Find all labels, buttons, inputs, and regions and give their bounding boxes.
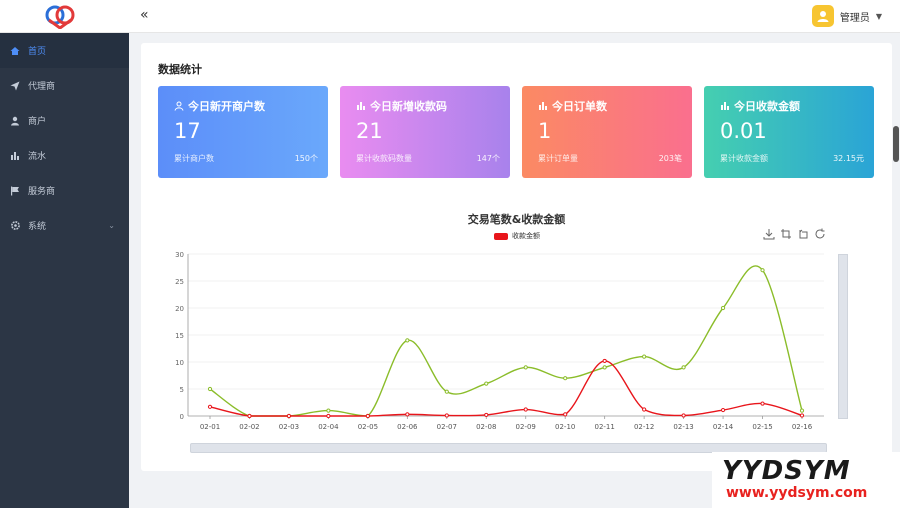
x-tick-label: 02-15 (752, 423, 772, 431)
zoom-reset-icon[interactable] (797, 228, 809, 240)
data-point (326, 413, 331, 419)
sidebar-item-flow[interactable]: 流水 (0, 138, 129, 173)
data-point (602, 358, 607, 364)
chart-toolbox (763, 228, 826, 240)
x-tick-label: 02-03 (279, 423, 299, 431)
chart-title: 交易笔数&收款金额 (467, 213, 566, 226)
x-tick-label: 02-06 (397, 423, 418, 431)
data-point (760, 401, 765, 406)
sidebar-item-label: 首页 (28, 47, 47, 57)
data-point (563, 412, 568, 417)
user-icon (9, 115, 21, 127)
username: 管理员 (839, 12, 870, 24)
download-icon[interactable] (763, 228, 775, 240)
x-tick-label: 02-01 (200, 423, 220, 431)
sidebar-item-agent[interactable]: 代理商 (0, 68, 129, 103)
home-icon (9, 45, 21, 57)
sidebar-item-label: 服务商 (28, 187, 56, 197)
chevron-down-icon: ▼ (875, 11, 882, 21)
flag-icon (9, 185, 21, 197)
dashboard-card: 数据统计 今日新开商户数 17 累计商户数 150个 今日新增收款码 21 累计… (141, 43, 892, 471)
data-point (484, 412, 489, 418)
sidebar-item-label: 流水 (28, 152, 47, 162)
y-tick-label: 15 (175, 332, 184, 340)
y-tick-label: 20 (175, 305, 184, 313)
send-icon (9, 80, 21, 92)
watermark: YYDSYM www.yydsym.com (712, 452, 900, 508)
data-point (523, 365, 528, 370)
data-point (207, 386, 213, 392)
sidebar-item-home[interactable]: 首页 (0, 33, 129, 68)
user-icon (817, 11, 829, 22)
top-header: « 管理员 ▼ (0, 0, 900, 33)
bar-chart-icon (9, 150, 21, 162)
series-line (209, 265, 803, 417)
series-line (209, 360, 803, 417)
sidebar-item-merchant[interactable]: 商户 (0, 103, 129, 138)
zoom-icon[interactable] (780, 228, 792, 240)
data-point (563, 376, 568, 381)
data-point (681, 413, 686, 418)
y-tick-label: 30 (175, 251, 184, 259)
x-tick-label: 02-09 (516, 423, 536, 431)
data-point (405, 412, 410, 417)
x-tick-label: 02-07 (437, 423, 457, 431)
x-tick-label: 02-02 (239, 423, 259, 431)
x-tick-label: 02-13 (673, 423, 693, 431)
x-tick-label: 02-10 (555, 423, 575, 431)
data-point (523, 407, 528, 412)
watermark-url: www.yydsym.com (726, 485, 868, 501)
x-tick-label: 02-05 (358, 423, 378, 431)
data-point (444, 389, 449, 394)
data-point (799, 413, 805, 418)
data-point (405, 338, 410, 343)
data-point (207, 404, 213, 409)
legend-swatch (494, 232, 508, 240)
data-point (326, 408, 331, 413)
x-tick-label: 02-12 (634, 423, 654, 431)
gear-icon (9, 220, 21, 232)
y-tick-label: 0 (180, 413, 184, 421)
sidebar-item-provider[interactable]: 服务商 (0, 173, 129, 208)
y-tick-label: 10 (175, 359, 184, 367)
data-point (681, 365, 686, 370)
data-point (602, 365, 607, 370)
avatar (811, 5, 834, 27)
chart-legend[interactable]: 收款金额 (494, 231, 540, 241)
page-scrollbar[interactable] (893, 126, 899, 162)
logo-icon (45, 5, 75, 29)
sidebar-item-label: 代理商 (28, 82, 56, 92)
data-point (365, 413, 370, 419)
data-point (642, 407, 647, 412)
vertical-zoom-slider[interactable] (838, 254, 848, 419)
data-point (444, 413, 449, 418)
legend-label: 收款金额 (512, 232, 540, 240)
y-tick-label: 5 (180, 386, 184, 394)
data-point (484, 381, 489, 386)
data-point (286, 413, 292, 419)
data-point (720, 407, 726, 413)
chevron-down-icon: ⌄ (108, 221, 115, 230)
data-point (247, 413, 252, 419)
x-tick-label: 02-11 (594, 423, 614, 431)
sidebar: 首页 代理商 商户 流水 服务商 系统 ⌄ (0, 33, 129, 508)
data-point (642, 354, 647, 359)
y-tick-label: 25 (175, 278, 184, 286)
data-point (799, 408, 805, 413)
user-menu[interactable]: 管理员 ▼ (811, 5, 882, 27)
collapse-sidebar-icon[interactable]: « (140, 7, 149, 23)
restore-icon[interactable] (814, 228, 826, 240)
x-tick-label: 02-16 (792, 423, 813, 431)
line-chart: 0 5 10 15 20 25 30 02-01 02-02 02-03 02-04 02-05 02-… (175, 251, 824, 431)
sidebar-item-system[interactable]: 系统 ⌄ (0, 208, 129, 243)
sidebar-item-label: 系统 (28, 222, 47, 232)
sidebar-item-label: 商户 (28, 117, 47, 127)
x-tick-label: 02-04 (318, 423, 339, 431)
watermark-logo-text: YYDSYM (722, 456, 851, 486)
x-tick-label: 02-08 (476, 423, 496, 431)
data-point (720, 305, 726, 311)
x-tick-label: 02-14 (713, 423, 734, 431)
data-point (760, 268, 765, 273)
